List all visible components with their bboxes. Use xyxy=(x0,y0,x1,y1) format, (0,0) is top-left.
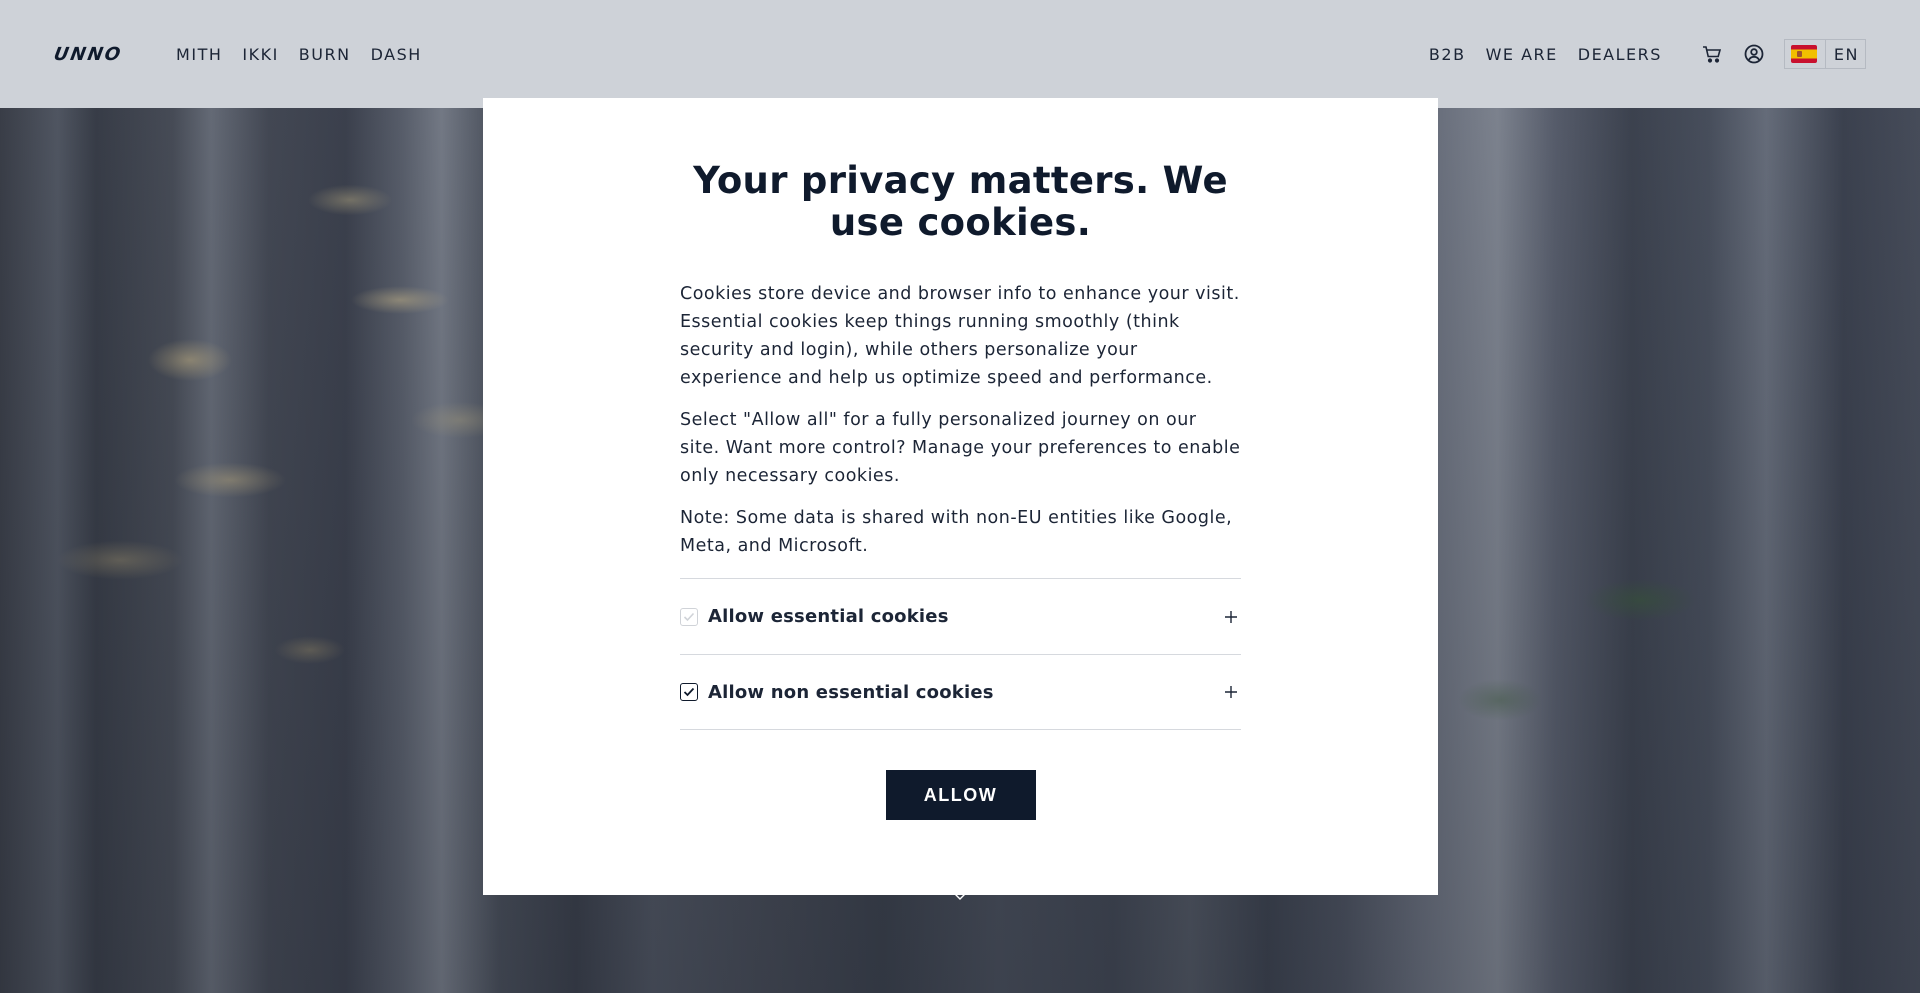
nav-link-we-are[interactable]: WE ARE xyxy=(1486,45,1558,64)
nav-link-mith[interactable]: MITH xyxy=(176,45,222,64)
dialog-paragraph-select: Select "Allow all" for a fully personali… xyxy=(680,410,1241,486)
language-selector[interactable]: EN xyxy=(1783,39,1866,69)
non-essential-cookies-label: Allow non essential cookies xyxy=(708,681,994,703)
non-essential-cookies-checkbox[interactable] xyxy=(680,683,698,701)
allow-button[interactable]: ALLOW xyxy=(885,770,1036,820)
site-header: UNNO MITH IKKI BURN DASH B2B WE ARE DEAL… xyxy=(0,0,1920,108)
dialog-title: Your privacy matters. We use cookies. xyxy=(693,159,1228,244)
spain-flag-icon xyxy=(1790,45,1817,63)
secondary-nav: B2B WE ARE DEALERS xyxy=(1429,45,1682,64)
divider xyxy=(1824,40,1826,68)
primary-nav: MITH IKKI BURN DASH xyxy=(176,45,442,64)
dialog-paragraph-note: Note: Some data is shared with non-EU en… xyxy=(680,508,1233,556)
nav-link-dealers[interactable]: DEALERS xyxy=(1578,45,1662,64)
expand-plus-icon[interactable] xyxy=(1221,682,1241,702)
user-circle-icon[interactable] xyxy=(1742,42,1766,66)
language-label: EN xyxy=(1833,44,1859,64)
option-essential-cookies[interactable]: Allow essential cookies xyxy=(680,578,1241,654)
essential-cookies-checkbox[interactable] xyxy=(680,607,698,626)
dialog-paragraph-intro: Cookies store device and browser info to… xyxy=(680,284,1240,388)
brand-logo[interactable]: UNNO xyxy=(52,44,124,65)
nav-link-dash[interactable]: DASH xyxy=(371,45,422,64)
option-non-essential-cookies[interactable]: Allow non essential cookies xyxy=(680,654,1241,730)
essential-cookies-label: Allow essential cookies xyxy=(708,606,949,627)
cart-icon[interactable] xyxy=(1700,42,1724,66)
chevron-down-icon[interactable] xyxy=(950,888,970,902)
nav-link-b2b[interactable]: B2B xyxy=(1429,45,1466,64)
nav-link-ikki[interactable]: IKKI xyxy=(242,45,278,64)
cookie-consent-dialog: Your privacy matters. We use cookies. Co… xyxy=(483,98,1438,895)
expand-plus-icon[interactable] xyxy=(1221,607,1241,627)
nav-link-burn[interactable]: BURN xyxy=(299,45,351,64)
